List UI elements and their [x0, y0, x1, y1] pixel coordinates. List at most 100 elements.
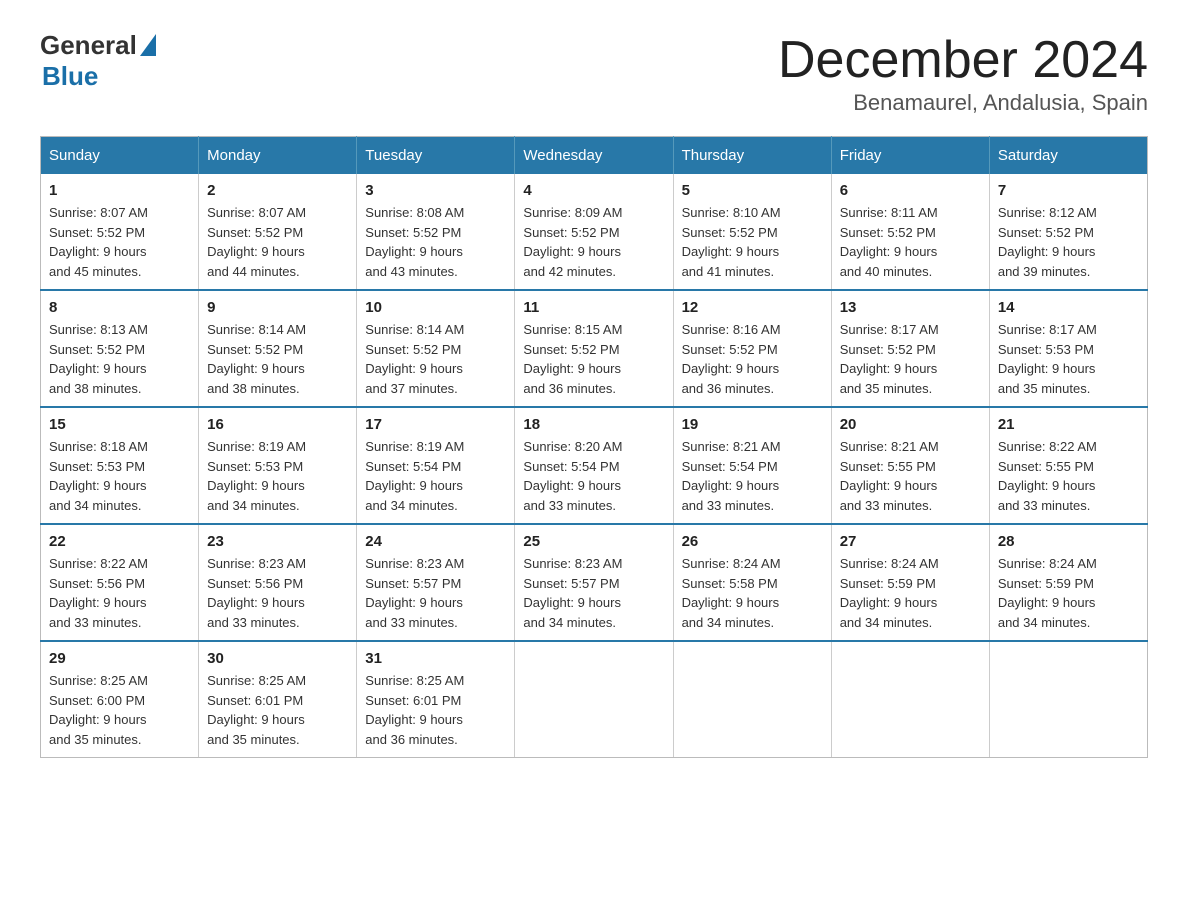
day-info: Sunrise: 8:24 AM Sunset: 5:59 PM Dayligh… — [840, 554, 981, 632]
week-row-5: 29 Sunrise: 8:25 AM Sunset: 6:00 PM Dayl… — [41, 641, 1148, 758]
title-section: December 2024 Benamaurel, Andalusia, Spa… — [778, 30, 1148, 116]
calendar-cell: 28 Sunrise: 8:24 AM Sunset: 5:59 PM Dayl… — [989, 524, 1147, 641]
calendar-header: SundayMondayTuesdayWednesdayThursdayFrid… — [41, 137, 1148, 175]
day-info: Sunrise: 8:12 AM Sunset: 5:52 PM Dayligh… — [998, 203, 1139, 281]
calendar-table: SundayMondayTuesdayWednesdayThursdayFrid… — [40, 136, 1148, 758]
logo-triangle-icon — [140, 34, 156, 56]
day-number: 24 — [365, 533, 506, 550]
calendar-cell: 9 Sunrise: 8:14 AM Sunset: 5:52 PM Dayli… — [199, 290, 357, 407]
day-info: Sunrise: 8:11 AM Sunset: 5:52 PM Dayligh… — [840, 203, 981, 281]
day-info: Sunrise: 8:24 AM Sunset: 5:58 PM Dayligh… — [682, 554, 823, 632]
day-number: 31 — [365, 650, 506, 667]
day-number: 18 — [523, 416, 664, 433]
day-number: 29 — [49, 650, 190, 667]
calendar-body: 1 Sunrise: 8:07 AM Sunset: 5:52 PM Dayli… — [41, 174, 1148, 758]
calendar-cell — [515, 641, 673, 758]
day-info: Sunrise: 8:21 AM Sunset: 5:55 PM Dayligh… — [840, 437, 981, 515]
day-number: 23 — [207, 533, 348, 550]
day-info: Sunrise: 8:17 AM Sunset: 5:53 PM Dayligh… — [998, 320, 1139, 398]
header-monday: Monday — [199, 137, 357, 175]
day-info: Sunrise: 8:07 AM Sunset: 5:52 PM Dayligh… — [49, 203, 190, 281]
week-row-3: 15 Sunrise: 8:18 AM Sunset: 5:53 PM Dayl… — [41, 407, 1148, 524]
calendar-cell: 3 Sunrise: 8:08 AM Sunset: 5:52 PM Dayli… — [357, 174, 515, 290]
day-number: 15 — [49, 416, 190, 433]
day-info: Sunrise: 8:25 AM Sunset: 6:01 PM Dayligh… — [365, 671, 506, 749]
calendar-cell: 13 Sunrise: 8:17 AM Sunset: 5:52 PM Dayl… — [831, 290, 989, 407]
day-number: 27 — [840, 533, 981, 550]
calendar-cell: 17 Sunrise: 8:19 AM Sunset: 5:54 PM Dayl… — [357, 407, 515, 524]
day-number: 1 — [49, 182, 190, 199]
day-number: 26 — [682, 533, 823, 550]
day-number: 12 — [682, 299, 823, 316]
calendar-cell: 21 Sunrise: 8:22 AM Sunset: 5:55 PM Dayl… — [989, 407, 1147, 524]
calendar-cell — [831, 641, 989, 758]
week-row-4: 22 Sunrise: 8:22 AM Sunset: 5:56 PM Dayl… — [41, 524, 1148, 641]
day-info: Sunrise: 8:08 AM Sunset: 5:52 PM Dayligh… — [365, 203, 506, 281]
header-wednesday: Wednesday — [515, 137, 673, 175]
day-info: Sunrise: 8:24 AM Sunset: 5:59 PM Dayligh… — [998, 554, 1139, 632]
calendar-cell: 15 Sunrise: 8:18 AM Sunset: 5:53 PM Dayl… — [41, 407, 199, 524]
day-info: Sunrise: 8:23 AM Sunset: 5:57 PM Dayligh… — [523, 554, 664, 632]
day-info: Sunrise: 8:15 AM Sunset: 5:52 PM Dayligh… — [523, 320, 664, 398]
calendar-cell: 23 Sunrise: 8:23 AM Sunset: 5:56 PM Dayl… — [199, 524, 357, 641]
calendar-cell: 16 Sunrise: 8:19 AM Sunset: 5:53 PM Dayl… — [199, 407, 357, 524]
day-info: Sunrise: 8:16 AM Sunset: 5:52 PM Dayligh… — [682, 320, 823, 398]
calendar-cell: 8 Sunrise: 8:13 AM Sunset: 5:52 PM Dayli… — [41, 290, 199, 407]
calendar-cell: 30 Sunrise: 8:25 AM Sunset: 6:01 PM Dayl… — [199, 641, 357, 758]
calendar-cell: 22 Sunrise: 8:22 AM Sunset: 5:56 PM Dayl… — [41, 524, 199, 641]
day-info: Sunrise: 8:19 AM Sunset: 5:54 PM Dayligh… — [365, 437, 506, 515]
day-number: 13 — [840, 299, 981, 316]
calendar-cell: 31 Sunrise: 8:25 AM Sunset: 6:01 PM Dayl… — [357, 641, 515, 758]
calendar-cell: 10 Sunrise: 8:14 AM Sunset: 5:52 PM Dayl… — [357, 290, 515, 407]
day-info: Sunrise: 8:13 AM Sunset: 5:52 PM Dayligh… — [49, 320, 190, 398]
calendar-cell: 20 Sunrise: 8:21 AM Sunset: 5:55 PM Dayl… — [831, 407, 989, 524]
day-info: Sunrise: 8:23 AM Sunset: 5:57 PM Dayligh… — [365, 554, 506, 632]
day-number: 9 — [207, 299, 348, 316]
logo: General Blue — [40, 30, 156, 92]
page-header: General Blue December 2024 Benamaurel, A… — [40, 30, 1148, 116]
day-number: 5 — [682, 182, 823, 199]
day-info: Sunrise: 8:23 AM Sunset: 5:56 PM Dayligh… — [207, 554, 348, 632]
day-info: Sunrise: 8:25 AM Sunset: 6:01 PM Dayligh… — [207, 671, 348, 749]
day-number: 2 — [207, 182, 348, 199]
calendar-cell: 2 Sunrise: 8:07 AM Sunset: 5:52 PM Dayli… — [199, 174, 357, 290]
day-number: 19 — [682, 416, 823, 433]
subtitle: Benamaurel, Andalusia, Spain — [778, 90, 1148, 116]
day-number: 6 — [840, 182, 981, 199]
day-number: 20 — [840, 416, 981, 433]
week-row-1: 1 Sunrise: 8:07 AM Sunset: 5:52 PM Dayli… — [41, 174, 1148, 290]
calendar-cell: 19 Sunrise: 8:21 AM Sunset: 5:54 PM Dayl… — [673, 407, 831, 524]
day-number: 25 — [523, 533, 664, 550]
calendar-cell: 24 Sunrise: 8:23 AM Sunset: 5:57 PM Dayl… — [357, 524, 515, 641]
day-number: 16 — [207, 416, 348, 433]
day-info: Sunrise: 8:10 AM Sunset: 5:52 PM Dayligh… — [682, 203, 823, 281]
day-number: 28 — [998, 533, 1139, 550]
day-number: 14 — [998, 299, 1139, 316]
header-friday: Friday — [831, 137, 989, 175]
day-number: 4 — [523, 182, 664, 199]
day-info: Sunrise: 8:21 AM Sunset: 5:54 PM Dayligh… — [682, 437, 823, 515]
header-saturday: Saturday — [989, 137, 1147, 175]
calendar-cell: 29 Sunrise: 8:25 AM Sunset: 6:00 PM Dayl… — [41, 641, 199, 758]
calendar-cell: 6 Sunrise: 8:11 AM Sunset: 5:52 PM Dayli… — [831, 174, 989, 290]
day-number: 30 — [207, 650, 348, 667]
week-row-2: 8 Sunrise: 8:13 AM Sunset: 5:52 PM Dayli… — [41, 290, 1148, 407]
day-info: Sunrise: 8:14 AM Sunset: 5:52 PM Dayligh… — [365, 320, 506, 398]
day-number: 22 — [49, 533, 190, 550]
calendar-cell: 18 Sunrise: 8:20 AM Sunset: 5:54 PM Dayl… — [515, 407, 673, 524]
header-row: SundayMondayTuesdayWednesdayThursdayFrid… — [41, 137, 1148, 175]
calendar-cell: 14 Sunrise: 8:17 AM Sunset: 5:53 PM Dayl… — [989, 290, 1147, 407]
calendar-cell: 12 Sunrise: 8:16 AM Sunset: 5:52 PM Dayl… — [673, 290, 831, 407]
calendar-cell: 1 Sunrise: 8:07 AM Sunset: 5:52 PM Dayli… — [41, 174, 199, 290]
day-number: 21 — [998, 416, 1139, 433]
calendar-cell: 27 Sunrise: 8:24 AM Sunset: 5:59 PM Dayl… — [831, 524, 989, 641]
calendar-cell: 26 Sunrise: 8:24 AM Sunset: 5:58 PM Dayl… — [673, 524, 831, 641]
calendar-cell: 7 Sunrise: 8:12 AM Sunset: 5:52 PM Dayli… — [989, 174, 1147, 290]
day-info: Sunrise: 8:17 AM Sunset: 5:52 PM Dayligh… — [840, 320, 981, 398]
day-info: Sunrise: 8:09 AM Sunset: 5:52 PM Dayligh… — [523, 203, 664, 281]
header-tuesday: Tuesday — [357, 137, 515, 175]
calendar-cell: 5 Sunrise: 8:10 AM Sunset: 5:52 PM Dayli… — [673, 174, 831, 290]
day-info: Sunrise: 8:22 AM Sunset: 5:55 PM Dayligh… — [998, 437, 1139, 515]
logo-general: General — [40, 30, 137, 61]
header-sunday: Sunday — [41, 137, 199, 175]
